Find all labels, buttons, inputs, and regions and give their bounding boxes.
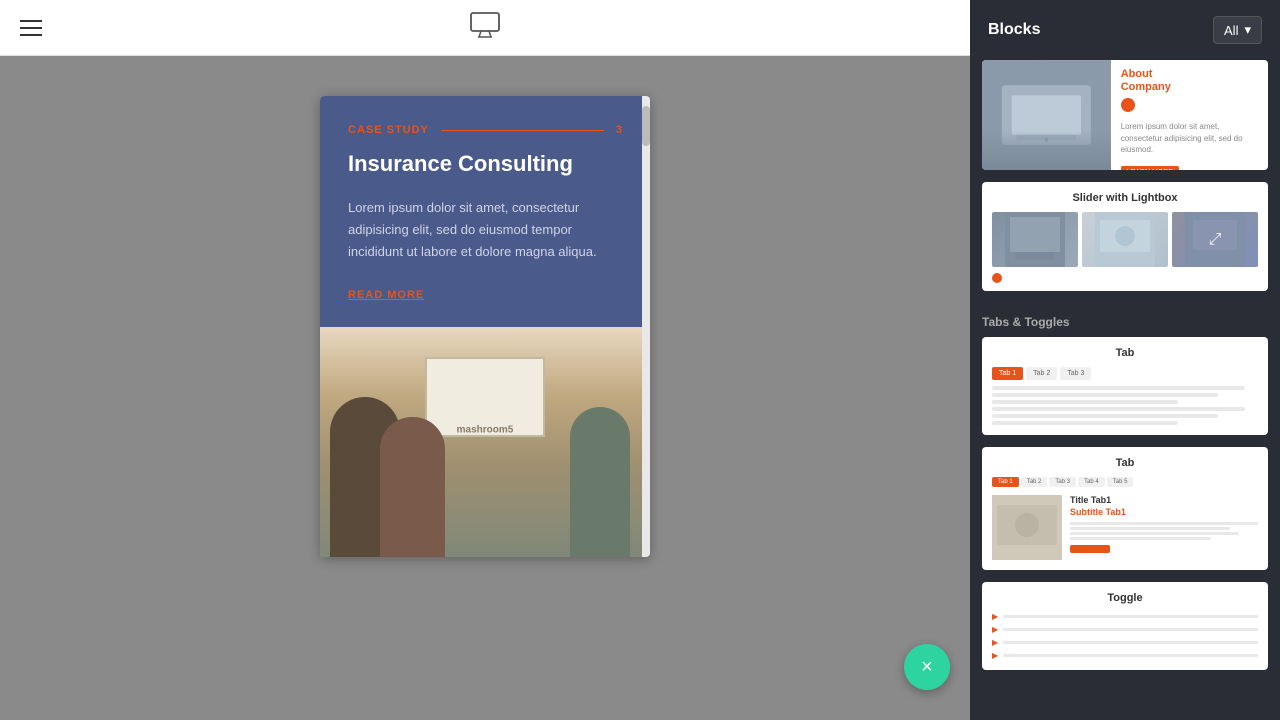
meeting-photo: mashroom5	[320, 327, 650, 557]
about-company-desc: Lorem ipsum dolor sit amet, consectetur …	[1121, 121, 1258, 155]
chevron-down-icon: ▾	[1244, 22, 1251, 38]
tab2-nav-item-2[interactable]: Tab 2	[1021, 477, 1048, 487]
tab-block-2[interactable]: Tab Tab 1 Tab 2 Tab 3 Tab 4 Tab 5	[982, 447, 1268, 570]
toggle-item-2[interactable]: ▶	[992, 625, 1258, 634]
tab-content-lines	[992, 386, 1258, 425]
tab-line-6	[992, 421, 1178, 425]
toggle-line-2	[1003, 628, 1258, 631]
slider-image-2	[1082, 212, 1168, 267]
toggle-item-4[interactable]: ▶	[992, 651, 1258, 660]
tab2-nav-item-4[interactable]: Tab 4	[1078, 477, 1105, 487]
tab-block-1-title: Tab	[992, 347, 1258, 359]
about-company-link[interactable]: LEARN MORE	[1121, 166, 1179, 170]
toggle-item-1[interactable]: ▶	[992, 612, 1258, 621]
slider-image-3: ⤢	[1172, 212, 1258, 267]
tab2-nav-item-3[interactable]: Tab 3	[1049, 477, 1076, 487]
close-fab-button[interactable]: ×	[904, 644, 950, 690]
tab2-nav-item-1[interactable]: Tab 1	[992, 477, 1019, 487]
card-title: Insurance Consulting	[348, 150, 622, 179]
toggle-line-1	[1003, 615, 1258, 618]
tab2-content-subtitle: Subtitle Tab1	[1070, 507, 1258, 517]
card-top-section: CASE STUDY 3 Insurance Consulting Lorem …	[320, 96, 650, 327]
about-company-content: AboutCompany Lorem ipsum dolor sit amet,…	[1111, 60, 1268, 170]
toggle-block[interactable]: Toggle ▶ ▶ ▶ ▶	[982, 582, 1268, 670]
tab-line-3	[992, 400, 1178, 404]
toolbar-center	[470, 12, 500, 44]
panel-title: Blocks	[988, 21, 1040, 39]
expand-icon: ⤢	[1209, 231, 1222, 249]
person-silhouette-2	[380, 417, 445, 557]
tabs-toggles-section-label: Tabs & Toggles	[982, 303, 1268, 337]
tab2-lines	[1070, 522, 1258, 540]
tab-nav-item-3[interactable]: Tab 3	[1060, 367, 1091, 380]
tab2-line-4	[1070, 537, 1211, 540]
toggle-block-inner: Toggle ▶ ▶ ▶ ▶	[982, 582, 1268, 670]
toggle-item-3[interactable]: ▶	[992, 638, 1258, 647]
tab2-line-2	[1070, 527, 1230, 530]
preview-card: CASE STUDY 3 Insurance Consulting Lorem …	[320, 96, 650, 557]
tab-block-1[interactable]: Tab Tab 1 Tab 2 Tab 3	[982, 337, 1268, 435]
silhouette-group	[320, 377, 650, 557]
tab2-image	[992, 495, 1062, 560]
panel-header: Blocks All ▾	[970, 0, 1280, 60]
card-image: mashroom5	[320, 327, 650, 557]
tab2-line-3	[1070, 532, 1239, 535]
tab2-content: Title Tab1 Subtitle Tab1	[992, 495, 1258, 560]
toolbar	[0, 0, 970, 56]
tab-block-2-inner: Tab Tab 1 Tab 2 Tab 3 Tab 4 Tab 5	[982, 447, 1268, 570]
read-more-link[interactable]: READ MORE	[348, 289, 424, 301]
toggle-arrow-4: ▶	[992, 651, 998, 660]
person-silhouette-3	[570, 407, 630, 557]
toggle-line-4	[1003, 654, 1258, 657]
about-company-title: AboutCompany	[1121, 68, 1258, 94]
tab2-nav-item-5[interactable]: Tab 5	[1107, 477, 1134, 487]
case-study-header: CASE STUDY 3	[348, 124, 622, 136]
tab-nav-item-2[interactable]: Tab 2	[1026, 367, 1057, 380]
slider-block-inner: Slider with Lightbox	[982, 182, 1268, 291]
tab-line-5	[992, 414, 1218, 418]
panel-content[interactable]: AboutCompany Lorem ipsum dolor sit amet,…	[970, 60, 1280, 720]
close-icon: ×	[921, 657, 933, 677]
slider-title: Slider with Lightbox	[992, 192, 1258, 204]
case-study-line	[441, 130, 604, 131]
tab-line-4	[992, 407, 1245, 411]
monitor-icon	[470, 18, 500, 43]
tab2-cta[interactable]	[1070, 545, 1110, 553]
toggle-arrow-1: ▶	[992, 612, 998, 621]
slider-dot	[992, 273, 1002, 283]
tab2-content-title: Title Tab1	[1070, 495, 1258, 505]
tab2-text: Title Tab1 Subtitle Tab1	[1070, 495, 1258, 560]
card-body: Lorem ipsum dolor sit amet, consectetur …	[348, 197, 622, 263]
toolbar-left	[20, 20, 42, 36]
tab-nav-2: Tab 1 Tab 2 Tab 3 Tab 4 Tab 5	[992, 477, 1258, 487]
toggle-arrow-3: ▶	[992, 638, 998, 647]
about-company-inner: AboutCompany Lorem ipsum dolor sit amet,…	[982, 60, 1268, 170]
preview-scrollbar[interactable]	[642, 96, 650, 557]
toggle-block-title: Toggle	[992, 592, 1258, 604]
tab-line-2	[992, 393, 1218, 397]
tab-block-2-title: Tab	[992, 457, 1258, 469]
about-company-image	[982, 60, 1111, 170]
hamburger-menu[interactable]	[20, 20, 42, 36]
slider-images: ⤢	[992, 212, 1258, 267]
toggle-line-3	[1003, 641, 1258, 644]
toggle-arrow-2: ▶	[992, 625, 998, 634]
tab-line-1	[992, 386, 1245, 390]
preview-area: CASE STUDY 3 Insurance Consulting Lorem …	[0, 56, 970, 720]
case-study-number: 3	[616, 124, 622, 136]
tab-block-1-inner: Tab Tab 1 Tab 2 Tab 3	[982, 337, 1268, 435]
user-icon	[1121, 98, 1135, 112]
all-dropdown-button[interactable]: All ▾	[1213, 16, 1262, 44]
toggle-items: ▶ ▶ ▶ ▶	[992, 612, 1258, 660]
right-panel: Blocks All ▾ Ab	[970, 0, 1280, 720]
about-company-block[interactable]: AboutCompany Lorem ipsum dolor sit amet,…	[982, 60, 1268, 170]
slider-image-1	[992, 212, 1078, 267]
case-study-label: CASE STUDY	[348, 124, 429, 136]
tab2-line-1	[1070, 522, 1258, 525]
tab-nav-item-1[interactable]: Tab 1	[992, 367, 1023, 380]
slider-lightbox-block[interactable]: Slider with Lightbox	[982, 182, 1268, 291]
tab-nav-1: Tab 1 Tab 2 Tab 3	[992, 367, 1258, 380]
